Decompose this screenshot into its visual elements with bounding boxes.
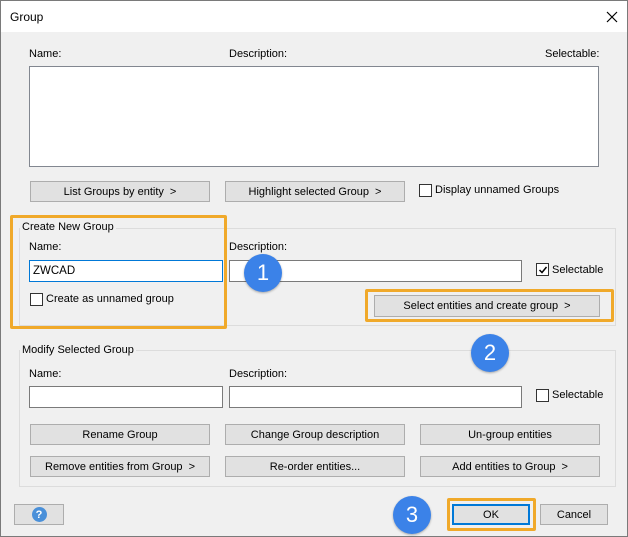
list-groups-by-entity-label: List Groups by entity (63, 185, 164, 198)
select-entities-create-group-label: Select entities and create group (403, 300, 559, 312)
display-unnamed-groups-checkbox[interactable] (419, 184, 432, 197)
chevron-right-icon: > (564, 300, 571, 312)
column-header-selectable: Selectable: (545, 48, 600, 60)
title-bar: Group (1, 1, 627, 32)
column-header-description: Description: (229, 48, 288, 60)
modify-name-label: Name: (29, 368, 62, 380)
column-header-name: Name: (29, 48, 62, 60)
create-name-label: Name: (29, 241, 62, 253)
reorder-entities-label: Re-order entities... (269, 460, 361, 473)
reorder-entities-button[interactable]: Re-order entities... (225, 456, 405, 477)
help-button[interactable]: ? (14, 504, 64, 525)
create-selectable-label: Selectable (552, 264, 604, 276)
ungroup-entities-label: Un-group entities (468, 428, 552, 441)
modify-selected-group-title: Modify Selected Group (20, 344, 136, 356)
ungroup-entities-button[interactable]: Un-group entities (420, 424, 600, 445)
ok-button[interactable]: OK (452, 504, 530, 525)
create-unnamed-label: Create as unnamed group (46, 293, 174, 305)
highlight-selected-group-button[interactable]: Highlight selected Group > (225, 181, 405, 202)
modify-name-input[interactable] (29, 386, 223, 408)
group-dialog: Group Name: Description: Selectable: Lis… (0, 0, 628, 537)
select-entities-create-group-button[interactable]: Select entities and create group > (374, 295, 600, 317)
chevron-right-icon: > (169, 185, 177, 198)
add-entities-button[interactable]: Add entities to Group > (420, 456, 600, 477)
step-badge-1: 1 (244, 254, 282, 292)
close-button[interactable] (597, 1, 627, 32)
modify-selectable-label: Selectable (552, 389, 604, 401)
modify-description-label: Description: (229, 368, 288, 380)
remove-entities-label: Remove entities from Group (45, 460, 183, 473)
chevron-right-icon: > (561, 460, 568, 473)
close-icon (606, 11, 618, 22)
remove-entities-button[interactable]: Remove entities from Group > (30, 456, 210, 477)
rename-group-button[interactable]: Rename Group (30, 424, 210, 445)
step-badge-2: 2 (471, 334, 509, 372)
cancel-button[interactable]: Cancel (540, 504, 608, 525)
create-selectable-checkbox[interactable] (536, 263, 549, 276)
list-groups-by-entity-button[interactable]: List Groups by entity > (30, 181, 210, 202)
modify-selectable-checkbox[interactable] (536, 389, 549, 402)
add-entities-label: Add entities to Group (452, 460, 556, 473)
create-description-label: Description: (229, 241, 288, 253)
ok-label: OK (483, 508, 499, 521)
step-badge-3: 3 (393, 496, 431, 534)
change-group-description-button[interactable]: Change Group description (225, 424, 405, 445)
create-new-group-title: Create New Group (20, 221, 116, 233)
help-icon: ? (31, 507, 47, 522)
checkmark-icon (538, 266, 547, 274)
groups-list[interactable] (29, 66, 599, 167)
chevron-right-icon: > (375, 185, 382, 198)
change-group-description-label: Change Group description (250, 428, 380, 441)
dialog-title: Group (10, 10, 44, 24)
modify-description-input[interactable] (229, 386, 522, 408)
chevron-right-icon: > (188, 460, 195, 473)
cancel-label: Cancel (556, 508, 592, 521)
create-unnamed-checkbox[interactable] (30, 293, 43, 306)
highlight-selected-group-label: Highlight selected Group (248, 185, 370, 198)
rename-group-label: Rename Group (82, 428, 158, 441)
display-unnamed-groups-label: Display unnamed Groups (435, 184, 560, 196)
create-name-input[interactable] (29, 260, 223, 282)
